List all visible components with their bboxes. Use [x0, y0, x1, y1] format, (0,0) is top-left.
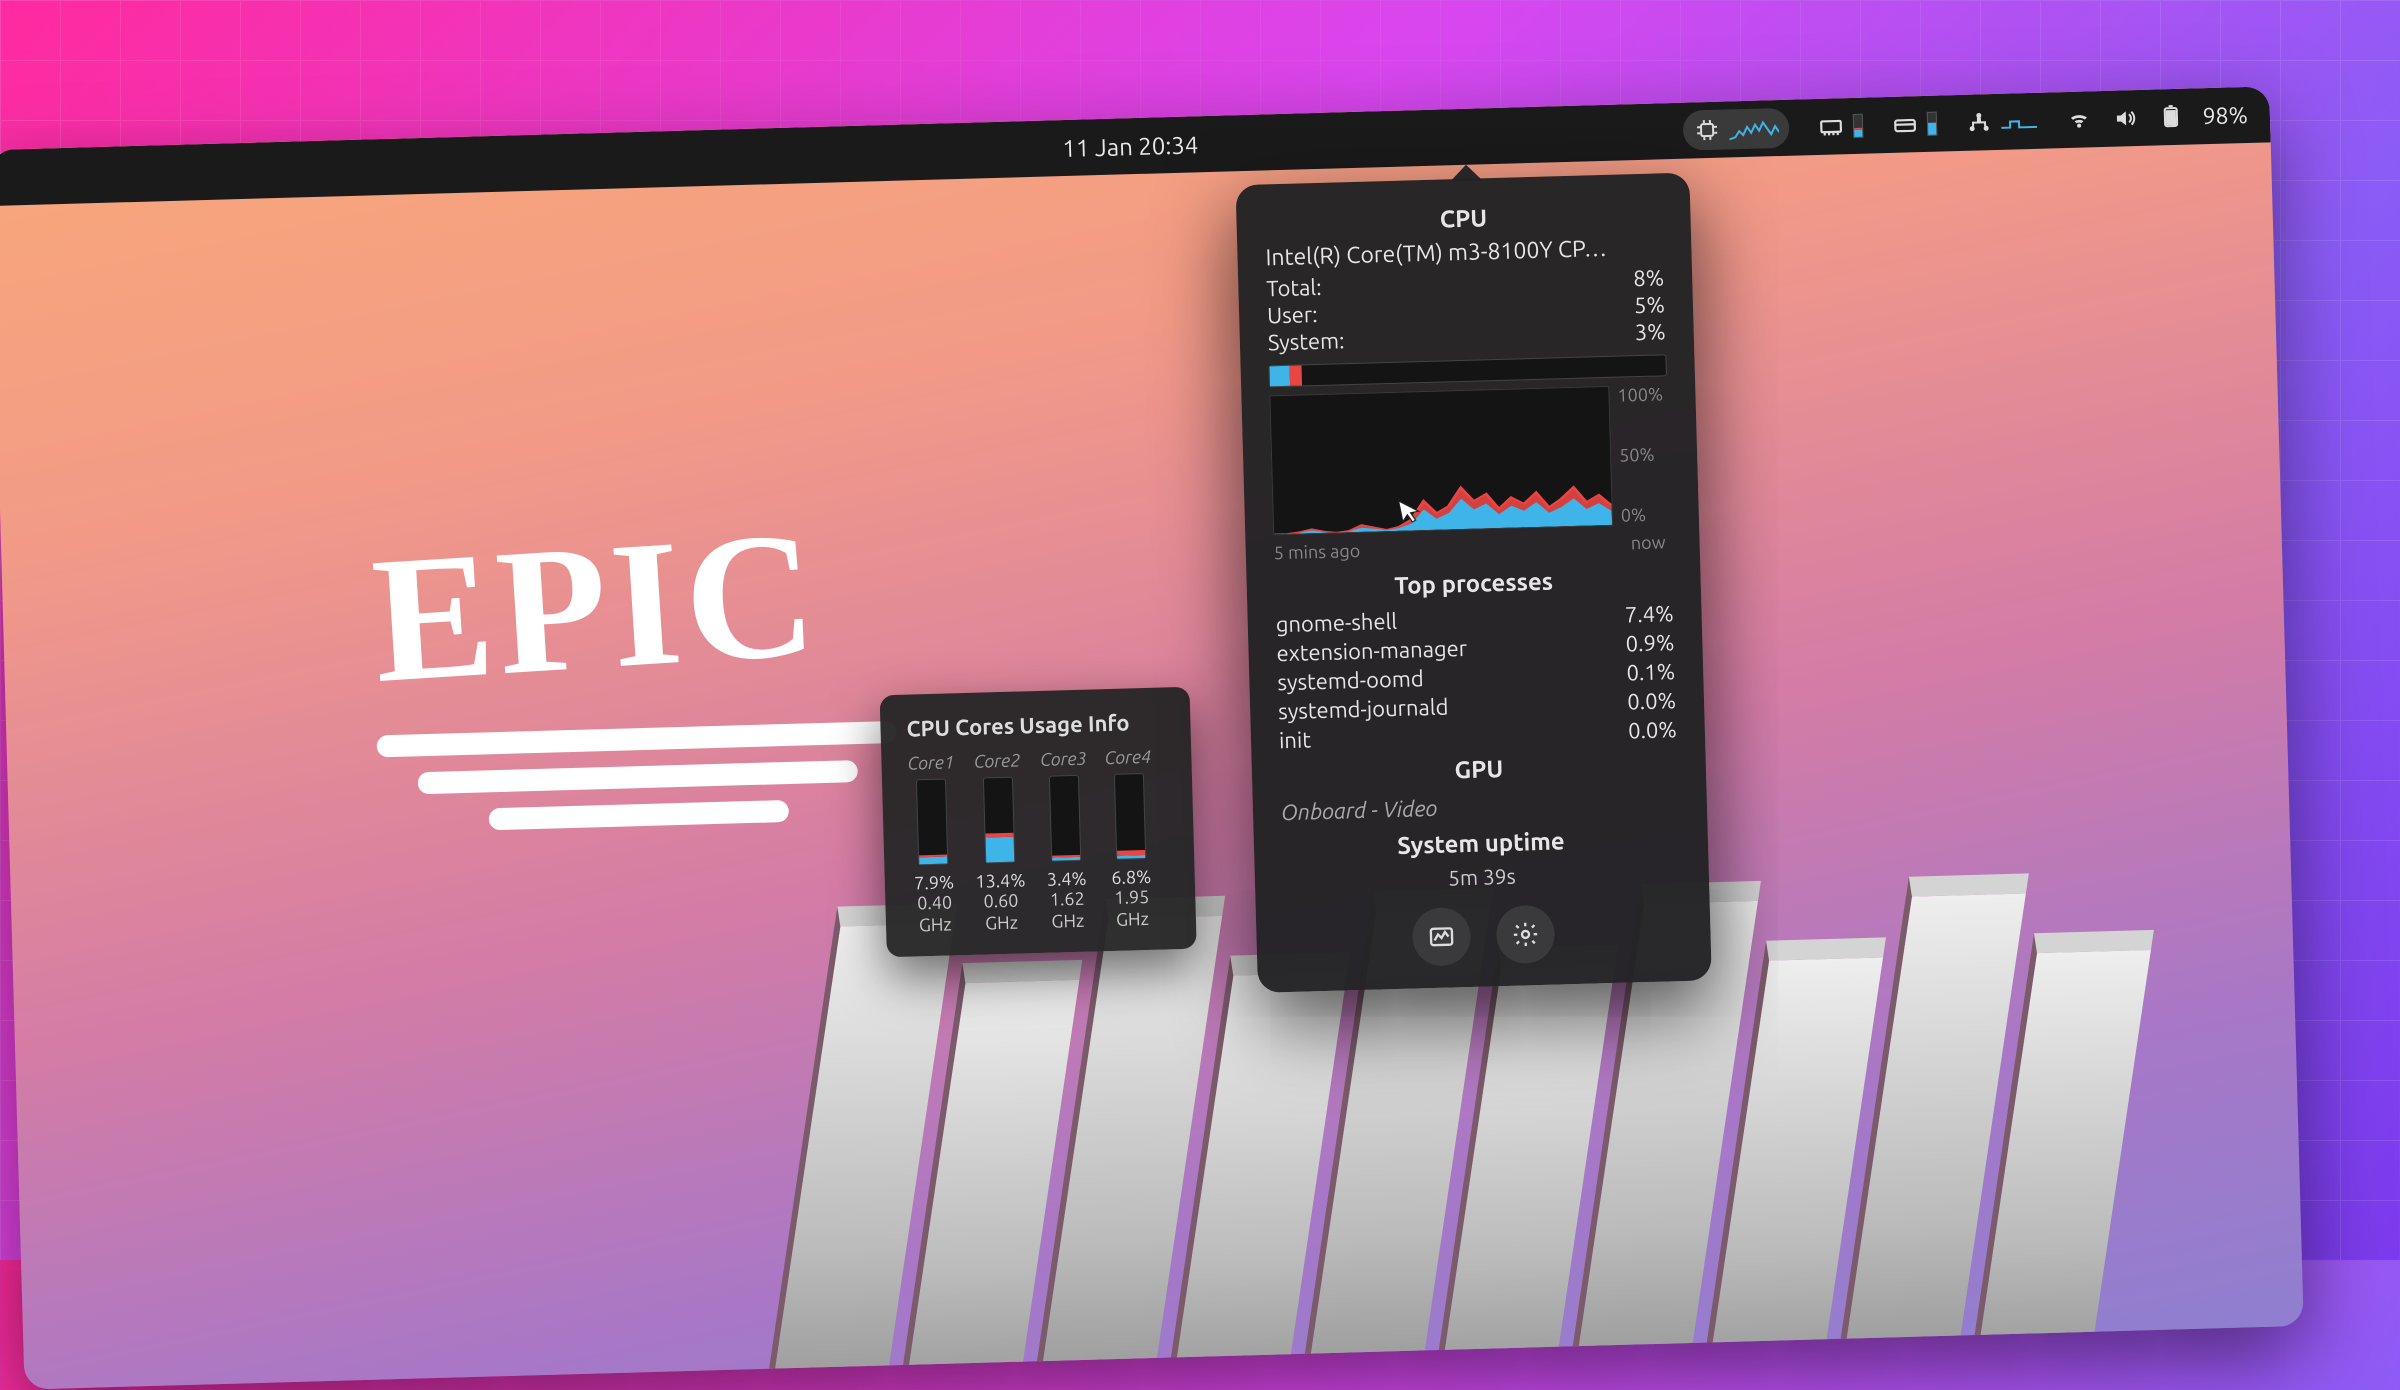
uptime-title: System uptime	[1254, 823, 1709, 863]
core-pct: 6.8%	[1111, 867, 1151, 888]
core-freq: 0.40GHz	[917, 892, 953, 936]
net-mini-graph	[2000, 109, 2037, 134]
cpu-history-graph	[1269, 386, 1613, 535]
core-label: Core3	[1040, 749, 1087, 770]
disk-indicator[interactable]	[1890, 110, 1937, 139]
epic-wordart: EPIC	[367, 489, 825, 724]
preferences-button[interactable]	[1496, 905, 1556, 965]
core-label: Core1	[907, 752, 954, 773]
memory-icon	[1816, 112, 1845, 141]
core-column: Core1 7.9% 0.40GHz	[907, 752, 959, 936]
process-name: systemd-oomd	[1277, 666, 1424, 695]
memory-indicator[interactable]	[1816, 112, 1863, 141]
uptime-value: 5m 39s	[1255, 858, 1709, 895]
process-pct: 0.0%	[1627, 688, 1676, 714]
core-freq: 1.95GHz	[1114, 887, 1150, 931]
core-freq: 0.60GHz	[983, 891, 1019, 935]
core-freq: 1.62GHz	[1050, 889, 1086, 933]
core-pct: 3.4%	[1046, 869, 1086, 890]
core-usage-bar	[1049, 775, 1081, 862]
graph-time-end: now	[1631, 532, 1666, 553]
core-usage-bar	[1113, 773, 1145, 860]
cpu-cores-tooltip: CPU Cores Usage Info Core1 7.9% 0.40GHz …	[880, 687, 1197, 958]
process-pct: 0.9%	[1625, 630, 1674, 656]
core-pct: 13.4%	[975, 870, 1026, 891]
battery-icon	[2156, 103, 2185, 132]
process-name: init	[1279, 727, 1312, 753]
cores-title: CPU Cores Usage Info	[906, 709, 1165, 741]
wifi-icon	[2064, 105, 2093, 134]
cpu-chip-icon	[1692, 116, 1721, 145]
gpu-section-title: GPU	[1252, 749, 1707, 789]
open-system-monitor-button[interactable]	[1412, 907, 1472, 967]
cpu-graph-wrap: 100% 50% 0%	[1269, 384, 1671, 535]
battery-percent: 98%	[2202, 102, 2248, 128]
core-column: Core2 13.4% 0.60GHz	[972, 750, 1027, 935]
disk-bar	[1926, 112, 1937, 136]
system-monitor-popover: CPU Intel(R) Core(TM) m3-8100Y CP… Total…	[1235, 173, 1711, 993]
network-indicator[interactable]	[1964, 107, 2037, 137]
core-pct: 7.9%	[914, 872, 954, 893]
disk-icon	[1890, 110, 1919, 139]
memory-bar	[1852, 114, 1863, 138]
process-pct: 0.1%	[1626, 659, 1675, 685]
epic-underlines	[376, 705, 899, 833]
process-name: gnome-shell	[1275, 609, 1397, 637]
process-name: extension-manager	[1276, 636, 1467, 666]
core-label: Core4	[1104, 747, 1151, 768]
core-column: Core4 6.8% 1.95GHz	[1104, 747, 1156, 931]
cpu-mini-graph	[1728, 116, 1779, 141]
topbar-right-group: 98%	[1682, 95, 2248, 151]
volume-icon	[2110, 104, 2139, 133]
clock[interactable]: 11 Jan 20:34	[1062, 131, 1199, 162]
cpu-indicator-pill[interactable]	[1682, 108, 1789, 151]
network-icon	[1964, 108, 1993, 137]
cpu-usage-bar	[1269, 354, 1667, 387]
process-pct: 7.4%	[1625, 601, 1674, 627]
desktop-window: 11 Jan 20:34	[0, 86, 2304, 1389]
core-usage-bar	[916, 779, 948, 866]
top-processes-title: Top processes	[1246, 563, 1701, 603]
gpu-name: Onboard - Video	[1253, 784, 1708, 830]
cpu-section-title: CPU	[1236, 199, 1691, 239]
process-name: systemd-journald	[1278, 695, 1449, 725]
core-label: Core2	[973, 750, 1020, 771]
core-usage-bar	[983, 777, 1015, 864]
system-status-area[interactable]: 98%	[2064, 101, 2248, 134]
core-column: Core3 3.4% 1.62GHz	[1040, 749, 1092, 933]
graph-time-start: 5 mins ago	[1273, 541, 1360, 563]
process-pct: 0.0%	[1628, 717, 1677, 743]
graph-y-labels: 100% 50% 0%	[1609, 384, 1671, 526]
